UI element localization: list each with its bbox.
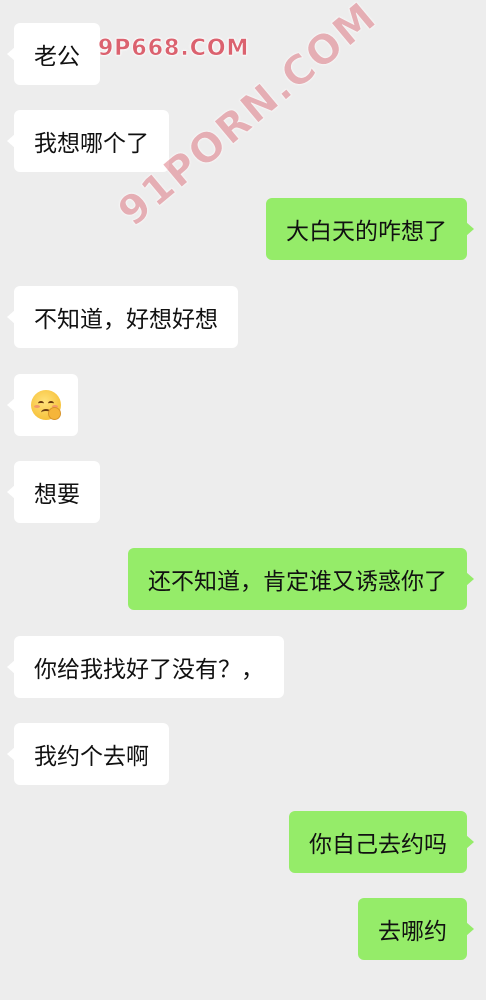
message-bubble-incoming-emoji[interactable] [7,374,78,436]
message-text: 还不知道，肯定谁又诱惑你了 [148,569,447,595]
message-text: 想要 [34,482,80,508]
message-bubble-incoming[interactable]: 不知道，好想好想 [7,286,238,348]
message-bubble-outgoing[interactable]: 去哪约 [358,898,474,960]
message-bubble-incoming[interactable]: 我想哪个了 [7,110,169,172]
message-text: 老公 [34,44,80,70]
watermark-top: 9P668.COM [98,36,250,62]
message-text: 你自己去约吗 [309,832,447,858]
chat-conversation: 老公 我想哪个了 大白天的咋想了 不知道，好想好想 想要 还不知道，肯定谁又诱惑… [0,0,486,1000]
message-bubble-outgoing[interactable]: 你自己去约吗 [289,811,474,873]
message-text: 大白天的咋想了 [286,219,447,245]
message-bubble-incoming[interactable]: 想要 [7,461,100,523]
message-text: 你给我找好了没有？， [34,657,264,683]
message-text: 不知道，好想好想 [34,307,218,333]
message-bubble-outgoing[interactable]: 大白天的咋想了 [266,198,474,260]
message-bubble-incoming[interactable]: 老公 [7,23,100,85]
message-text: 我约个去啊 [34,744,149,770]
blushing-hand-over-mouth-emoji-icon [31,390,61,420]
message-bubble-outgoing[interactable]: 还不知道，肯定谁又诱惑你了 [128,548,474,610]
message-bubble-incoming[interactable]: 你给我找好了没有？， [7,636,284,698]
message-bubble-incoming[interactable]: 我约个去啊 [7,723,169,785]
message-text: 去哪约 [378,919,447,945]
message-text: 我想哪个了 [34,131,149,157]
